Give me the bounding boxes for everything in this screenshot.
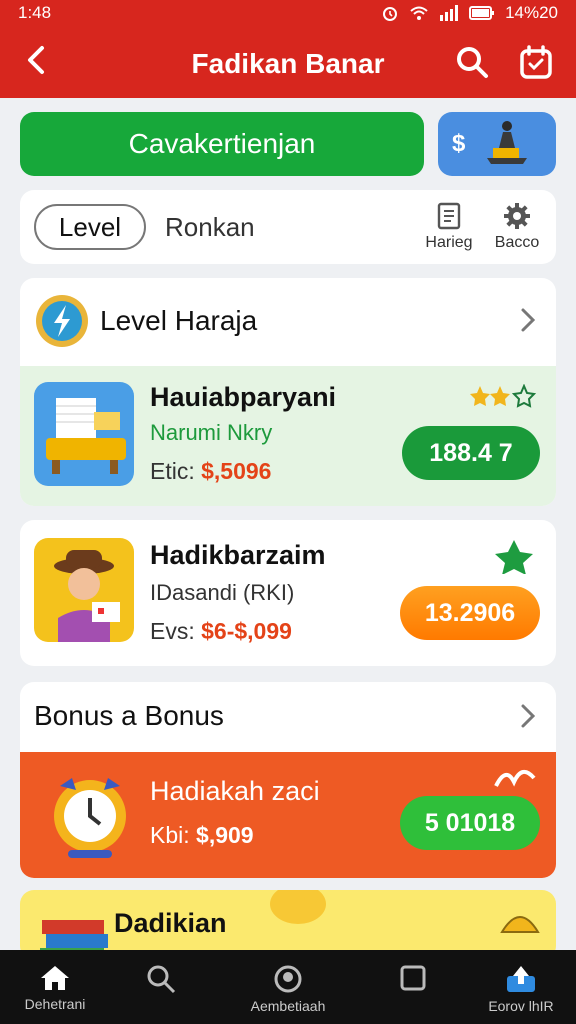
item-price: Etic: $,5096 [150, 458, 271, 485]
stars-rating-icon [470, 384, 537, 408]
bonus-section-title: Bonus a Bonus [34, 700, 224, 731]
person-cart-icon [487, 121, 528, 164]
desk-papers-icon [46, 398, 126, 474]
item-name: Hauiabparyani [150, 382, 337, 412]
battery-level: 14%20 [505, 3, 558, 22]
item-subtitle: IDasandi (RKI) [150, 580, 295, 605]
gear-icon [504, 203, 530, 229]
tab-level[interactable]: Level [34, 204, 146, 250]
status-bar: 1:48 14%20 [0, 0, 576, 26]
upload-icon [507, 966, 535, 992]
level-section-title: Level Haraja [100, 305, 258, 336]
item-thumbnail [34, 538, 134, 642]
wifi-icon [410, 6, 428, 20]
item-action-button[interactable]: 5 01018 [400, 796, 540, 850]
battery-icon [469, 6, 495, 20]
nav-home[interactable]: Dehetrani [0, 950, 110, 1024]
search-icon [147, 965, 176, 994]
tool-bacco-label: Bacco [494, 234, 540, 251]
calendar-button[interactable] [516, 42, 556, 82]
pointer-hand-icon [270, 890, 326, 924]
nav-search[interactable] [106, 950, 216, 1024]
bottom-navigation: Dehetrani Aembetiaah Eorov lhIR [0, 950, 576, 1024]
item-price-value: $,5096 [201, 458, 272, 484]
item-name: Hadiakah zaci [150, 776, 320, 806]
list-item[interactable]: Hadikbarzaim IDasandi (RKI) Evs: $6-$,09… [20, 520, 556, 666]
level-section-header[interactable]: Level Haraja [20, 278, 556, 364]
nav-upload[interactable]: Eorov lhIR [466, 950, 576, 1024]
promo-button[interactable]: Cavakertienjan [20, 112, 424, 176]
item-action-button[interactable]: 13.2906 [400, 586, 540, 640]
home-icon [41, 966, 69, 990]
item-price-value: $6-$,099 [201, 618, 292, 644]
item-name: Dadikian [114, 908, 227, 938]
woman-avatar-icon [54, 550, 120, 642]
item-price: Kbi: $,909 [150, 822, 254, 849]
item-name: Hadikbarzaim [150, 540, 326, 570]
chevron-right-icon [521, 704, 536, 728]
bonus-section-header[interactable]: Bonus a Bonus [20, 682, 556, 750]
item-thumbnail [38, 764, 142, 868]
star-icon [495, 540, 533, 574]
hat-icon [500, 916, 540, 933]
signal-icon [440, 5, 459, 21]
chevron-right-icon [521, 308, 536, 332]
status-time: 1:48 [18, 3, 52, 22]
lightning-badge-icon [36, 295, 88, 347]
list-item[interactable]: Hauiabparyani Narumi Nkry Etic: $,5096 1… [20, 366, 556, 506]
bonus-section-card: Bonus a Bonus Hadiakah zaci Kbi: $,909 5… [20, 682, 556, 878]
square-icon [400, 965, 426, 991]
promo-side-label: $ [452, 130, 466, 157]
nav-home-label: Dehetrani [24, 996, 86, 1012]
item-price: Evs: $6-$,099 [150, 618, 292, 645]
promo-side-button[interactable]: $ [438, 112, 556, 176]
item-price-value: $,909 [196, 822, 254, 848]
tool-harieg-label: Harieg [425, 234, 473, 251]
nav-upload-label: Eorov lhIR [488, 998, 554, 1014]
app-bar: 1:48 14%20 Fadikan Banar [0, 0, 576, 98]
tab-ronkan[interactable]: Ronkan [165, 204, 255, 250]
search-icon [457, 47, 488, 78]
nav-recents[interactable] [358, 950, 468, 1024]
alarm-clock-icon [54, 778, 126, 858]
search-button[interactable] [452, 42, 492, 82]
list-item[interactable]: Hadiakah zaci Kbi: $,909 5 01018 [20, 752, 556, 878]
item-action-button[interactable]: 188.4 7 [402, 426, 540, 480]
tool-harieg-button[interactable]: Harieg [414, 202, 484, 252]
item-thumbnail [34, 382, 134, 486]
document-icon [437, 202, 461, 230]
tool-bacco-button[interactable]: Bacco [482, 202, 552, 252]
nav-explore[interactable]: Aembetiaah [233, 950, 343, 1024]
nav-explore-label: Aembetiaah [250, 998, 326, 1014]
globe-icon [274, 965, 302, 993]
level-item-card[interactable]: Hadikbarzaim IDasandi (RKI) Evs: $6-$,09… [20, 520, 556, 666]
calendar-check-icon [520, 45, 552, 79]
level-section-card: Level Haraja Hauiabparyani Narumi Nkry E… [20, 278, 556, 506]
item-price-prefix: Evs: [150, 618, 195, 644]
filter-tabs-card: Level Ronkan Harieg Bacco [20, 190, 556, 264]
item-price-prefix: Kbi: [150, 822, 190, 848]
item-price-prefix: Etic: [150, 458, 195, 484]
alarm-icon [383, 7, 398, 21]
sparkle-icon [494, 770, 536, 787]
item-subtitle: Narumi Nkry [150, 420, 273, 445]
